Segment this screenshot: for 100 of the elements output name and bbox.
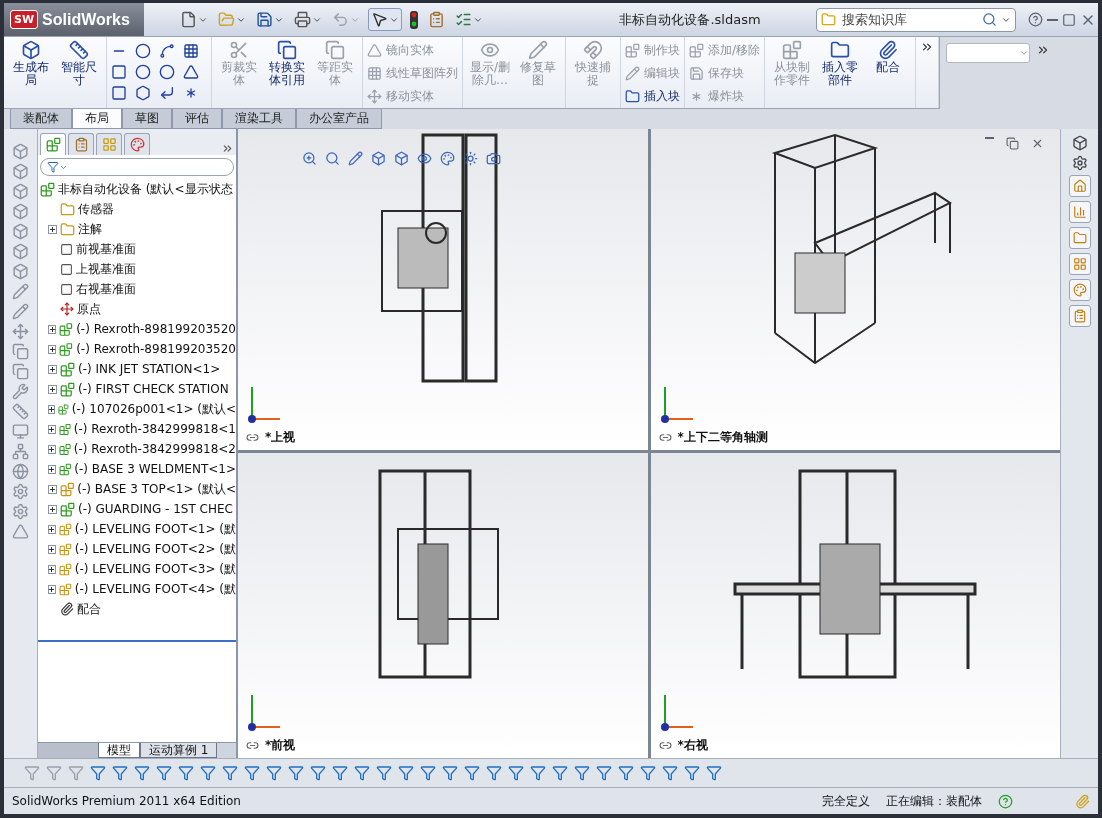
tree-item[interactable]: (-) LEVELING FOOT<3> (默 xyxy=(40,559,236,579)
tree-item[interactable]: (-) LEVELING FOOT<4> (默 xyxy=(40,579,236,599)
filter-icon[interactable] xyxy=(24,765,40,781)
filter-icon[interactable] xyxy=(420,765,436,781)
filter-icon[interactable] xyxy=(574,765,590,781)
filter-icon[interactable] xyxy=(618,765,634,781)
circle-icon[interactable] xyxy=(135,63,151,80)
grid-pane-button[interactable] xyxy=(1068,253,1091,275)
expand-button[interactable] xyxy=(48,504,57,514)
viewport[interactable]: *上下二等角轴测 xyxy=(650,129,1060,450)
filter-icon[interactable] xyxy=(200,765,216,781)
appearance-tab[interactable] xyxy=(124,133,150,155)
filter-icon[interactable] xyxy=(222,765,238,781)
copy-icon[interactable] xyxy=(12,363,29,380)
ruler-icon[interactable] xyxy=(12,403,29,420)
filter-icon[interactable] xyxy=(596,765,612,781)
cube-icon[interactable] xyxy=(371,151,386,166)
property-tab[interactable] xyxy=(68,133,94,155)
command-button[interactable]: 转换实体引用 xyxy=(264,40,310,104)
filter-icon[interactable] xyxy=(442,765,458,781)
viewport[interactable]: *上视 xyxy=(238,129,648,450)
palette-pane-button[interactable] xyxy=(1068,279,1091,301)
globe-icon[interactable] xyxy=(12,463,29,480)
filter-icon[interactable] xyxy=(178,765,194,781)
filter-icon[interactable] xyxy=(310,765,326,781)
tab[interactable]: 办公室产品 xyxy=(296,109,382,129)
command-button[interactable]: 生成布局 xyxy=(8,40,54,104)
filter-icon[interactable] xyxy=(662,765,678,781)
expand-button[interactable] xyxy=(48,344,57,354)
tree-item[interactable]: (-) LEVELING FOOT<1> (默 xyxy=(40,519,236,539)
pencil-icon[interactable] xyxy=(12,303,29,320)
filter-icon[interactable] xyxy=(706,765,722,781)
polygon-icon[interactable] xyxy=(135,84,151,101)
tab[interactable]: 草图 xyxy=(122,109,172,129)
filter-icon[interactable] xyxy=(244,765,260,781)
filter-icon[interactable] xyxy=(640,765,656,781)
feature-tree-tab[interactable] xyxy=(40,133,66,155)
sun-icon[interactable] xyxy=(463,151,478,166)
search-field[interactable]: 搜索知识库 xyxy=(816,7,1016,32)
filter-icon[interactable] xyxy=(332,765,348,781)
zoom-icon[interactable] xyxy=(325,151,340,166)
filter-icon[interactable] xyxy=(508,765,524,781)
tree-item[interactable]: (-) Rexroth-898199203520 xyxy=(40,339,236,359)
tab[interactable]: 渲染工具 xyxy=(222,109,296,129)
filter-icon[interactable] xyxy=(134,765,150,781)
tree-item[interactable]: (-) Rexroth-3842999818<1 xyxy=(40,419,236,439)
filter-icon[interactable] xyxy=(354,765,370,781)
command-button[interactable]: 插入块 xyxy=(625,86,680,106)
expand-button[interactable] xyxy=(48,464,56,474)
monitor-icon[interactable] xyxy=(12,423,29,440)
cube-icon[interactable] xyxy=(1071,135,1088,151)
settings-icon[interactable] xyxy=(1071,155,1088,171)
rectangle-icon[interactable] xyxy=(111,63,127,80)
tab[interactable]: 评估 xyxy=(172,109,222,129)
tree-item[interactable]: 原点 xyxy=(40,299,236,319)
tree-item[interactable]: 上视基准面 xyxy=(40,259,236,279)
app-logo[interactable]: SW SolidWorks xyxy=(4,3,144,36)
clipboard-pane-button[interactable] xyxy=(1068,305,1091,327)
expand-button[interactable] xyxy=(48,404,56,414)
chart-pane-button[interactable] xyxy=(1068,201,1091,223)
filter-icon[interactable] xyxy=(398,765,414,781)
tab[interactable]: 运动算例 1 xyxy=(140,743,218,758)
zoom-icon[interactable] xyxy=(302,151,317,166)
traffic-light-button[interactable] xyxy=(408,8,420,31)
filter-icon[interactable] xyxy=(684,765,700,781)
tree-item[interactable]: (-) INK JET STATION<1> xyxy=(40,359,236,379)
eye-icon[interactable] xyxy=(417,151,432,166)
wrench-icon[interactable] xyxy=(12,383,29,400)
tab[interactable]: 布局 xyxy=(72,109,122,129)
double-chevron-icon[interactable] xyxy=(221,142,234,155)
filter-icon[interactable] xyxy=(486,765,502,781)
spline-icon[interactable] xyxy=(159,42,175,59)
expand-button[interactable] xyxy=(48,484,57,494)
tree-item[interactable]: 非标自动化设备 (默认<显示状态 xyxy=(40,179,236,199)
filter-icon[interactable] xyxy=(46,765,62,781)
filter-icon[interactable] xyxy=(156,765,172,781)
expand-button[interactable] xyxy=(48,524,56,534)
filter-icon[interactable] xyxy=(68,765,84,781)
select-button[interactable] xyxy=(368,8,402,31)
tree-item[interactable]: (-) BASE 3 TOP<1> (默认< xyxy=(40,479,236,499)
filter-icon[interactable] xyxy=(288,765,304,781)
pencil-icon[interactable] xyxy=(12,283,29,300)
tab[interactable]: 装配体 xyxy=(10,109,72,129)
help-icon[interactable] xyxy=(998,793,1013,809)
network-icon[interactable] xyxy=(12,443,29,460)
filter-icon[interactable] xyxy=(464,765,480,781)
filter-icon[interactable] xyxy=(552,765,568,781)
expand-button[interactable] xyxy=(48,584,56,594)
expand-button[interactable] xyxy=(48,364,57,374)
tree-item[interactable]: (-) FIRST CHECK STATION xyxy=(40,379,236,399)
viewport[interactable]: *前视 xyxy=(238,453,648,758)
tree-item[interactable]: (-) BASE 3 WELDMENT<1> xyxy=(40,459,236,479)
filter-icon[interactable] xyxy=(266,765,282,781)
tree-item[interactable]: 配合 xyxy=(40,599,236,619)
help-button[interactable] xyxy=(1026,10,1045,29)
circle-icon[interactable] xyxy=(135,42,151,59)
viewport[interactable]: *右视 xyxy=(650,453,1060,758)
filter-icon[interactable] xyxy=(530,765,546,781)
tree-item[interactable]: 注解 xyxy=(40,219,236,239)
tree-item[interactable]: (-) Rexroth-898199203520 xyxy=(40,319,236,339)
